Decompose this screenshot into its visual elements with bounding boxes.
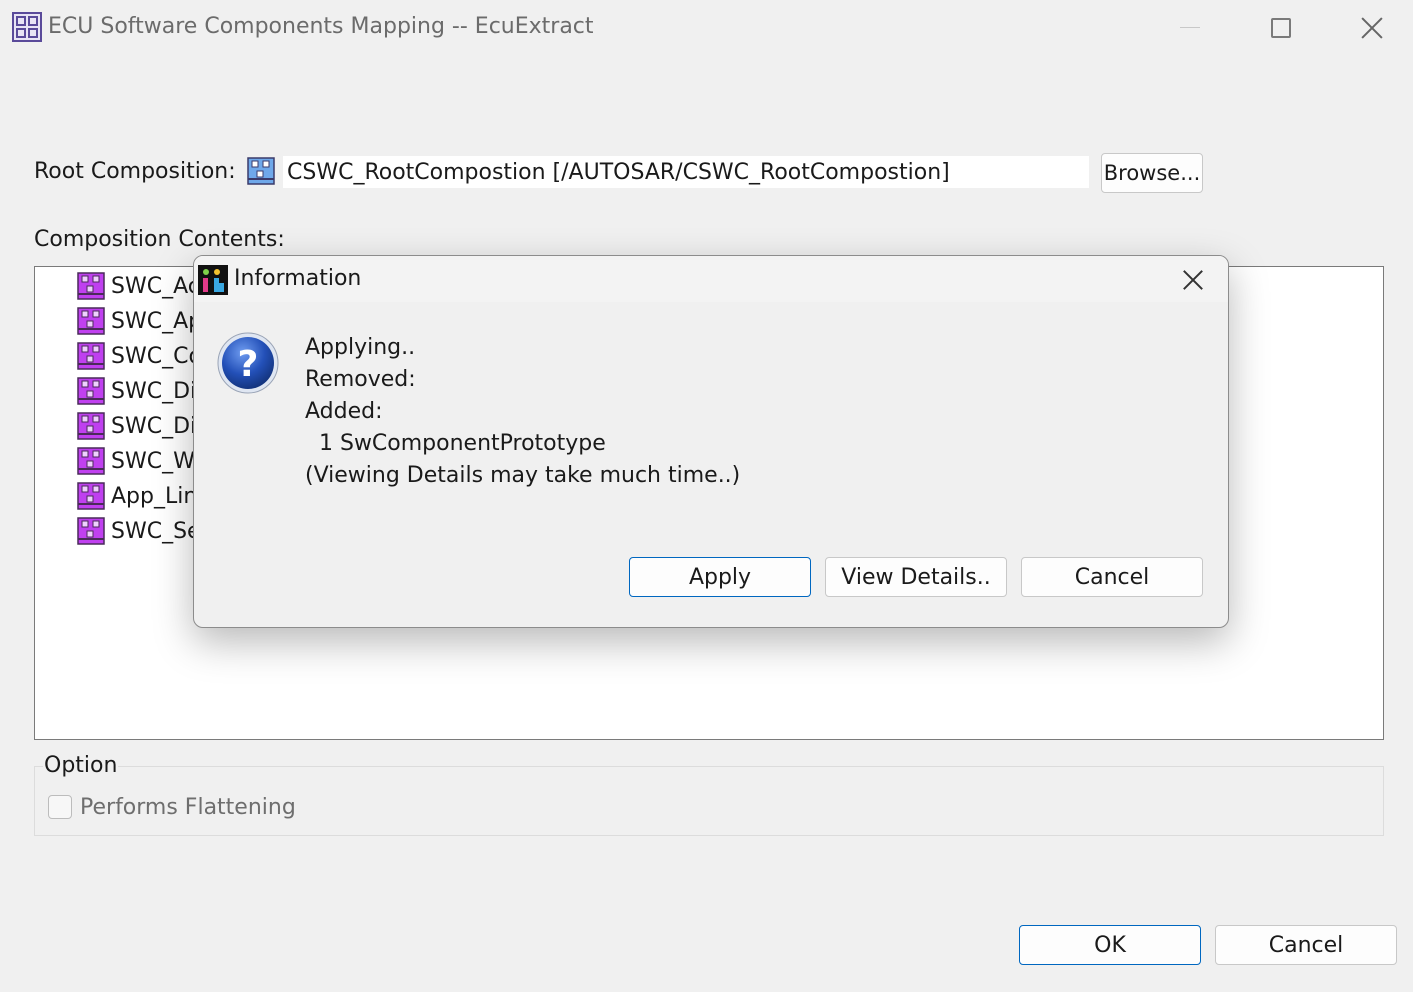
swc-icon <box>77 377 105 405</box>
minimize-icon[interactable] <box>1168 8 1212 48</box>
swc-icon <box>77 342 105 370</box>
view-details-button[interactable]: View Details.. <box>825 557 1007 597</box>
tree-item-label: App_Lin <box>111 483 198 509</box>
app-logo-icon <box>198 265 228 295</box>
close-icon[interactable] <box>1350 8 1394 48</box>
tree-item[interactable]: SWC_Se <box>77 516 201 546</box>
question-icon: ? <box>216 331 280 395</box>
option-legend: Option <box>43 753 119 778</box>
swc-icon <box>77 517 105 545</box>
composition-icon <box>247 157 275 185</box>
performs-flattening-label: Performs Flattening <box>80 795 296 820</box>
tree-item[interactable]: App_Lin <box>77 481 197 511</box>
message-line: Applying.. <box>305 335 416 360</box>
root-composition-field[interactable] <box>283 156 1089 188</box>
svg-text:?: ? <box>238 344 259 385</box>
tree-item[interactable]: SWC_Co <box>77 341 202 371</box>
root-composition-label: Root Composition: <box>34 159 236 184</box>
ok-button[interactable]: OK <box>1019 925 1201 965</box>
dialog-close-icon[interactable] <box>1170 260 1216 300</box>
dialog-title: Information <box>234 266 362 291</box>
title-bar: ECU Software Components Mapping -- EcuEx… <box>0 0 1413 56</box>
composition-contents-label: Composition Contents: <box>34 227 285 252</box>
tree-item[interactable]: SWC_Ap <box>77 306 202 336</box>
maximize-icon[interactable] <box>1258 8 1302 48</box>
message-line: (Viewing Details may take much time..) <box>305 463 741 488</box>
component-frame-icon <box>12 12 42 42</box>
browse-button[interactable]: Browse... <box>1101 153 1203 193</box>
information-dialog: Information ? Applying.. Removed: Added:… <box>193 255 1229 628</box>
tree-item[interactable]: SWC_W <box>77 446 195 476</box>
swc-icon <box>77 272 105 300</box>
tree-item-label: SWC_Ac <box>111 273 200 299</box>
swc-icon <box>77 482 105 510</box>
cancel-button[interactable]: Cancel <box>1215 925 1397 965</box>
tree-item[interactable]: SWC_Di <box>77 411 196 441</box>
tree-item-label: SWC_Ap <box>111 308 203 334</box>
window-title: ECU Software Components Mapping -- EcuEx… <box>48 14 594 39</box>
tree-item-label: SWC_Se <box>111 518 201 544</box>
tree-item[interactable]: SWC_Di <box>77 376 196 406</box>
message-line: Added: <box>305 399 383 424</box>
swc-icon <box>77 412 105 440</box>
tree-item-label: SWC_W <box>111 448 195 474</box>
tree-item-label: SWC_Di <box>111 413 197 439</box>
message-line: Removed: <box>305 367 416 392</box>
message-line: 1 SwComponentPrototype <box>305 431 606 456</box>
apply-button[interactable]: Apply <box>629 557 811 597</box>
tree-item-label: SWC_Di <box>111 378 197 404</box>
tree-item-label: SWC_Co <box>111 343 202 369</box>
dialog-cancel-button[interactable]: Cancel <box>1021 557 1203 597</box>
tree-item[interactable]: SWC_Ac <box>77 271 200 301</box>
swc-icon <box>77 447 105 475</box>
swc-icon <box>77 307 105 335</box>
dialog-title-bar: Information <box>194 256 1228 302</box>
performs-flattening-checkbox[interactable] <box>48 795 72 819</box>
